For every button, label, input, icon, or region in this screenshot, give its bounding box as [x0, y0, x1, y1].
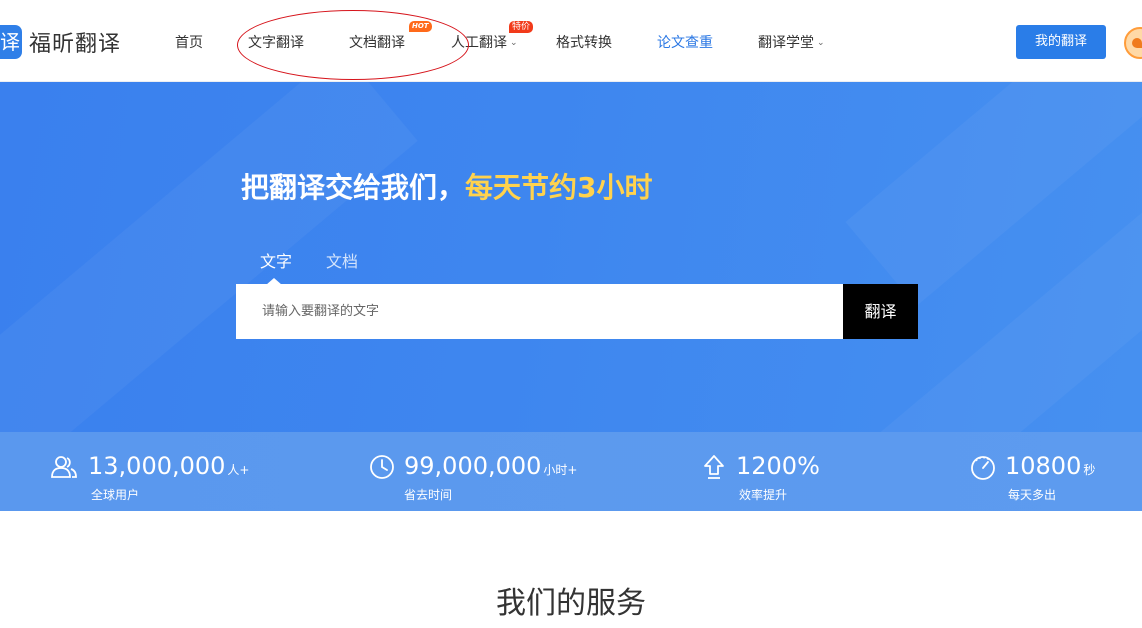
stat-users-unit: 人+ [227, 463, 250, 477]
nav-item-paper-check[interactable]: 论文查重 [657, 32, 713, 52]
slogan-highlight: 每天节约3小时 [465, 171, 653, 204]
stats-band: 13,000,000 人+ 全球用户 99,000,000 小时+ 省去时间 120… [0, 432, 1142, 511]
stat-seconds-value: 10800 秒 [1005, 452, 1095, 480]
stat-efficiency-number: 1200% [736, 452, 820, 480]
stat-users-number: 13,000,000 [88, 452, 226, 480]
tab-text[interactable]: 文字 [260, 248, 292, 272]
services-section-title: 我们的服务 [496, 586, 646, 621]
hero-banner: 把翻译交给我们，每天节约3小时 文字 文档 翻译 [0, 82, 1142, 432]
top-header: 译 福昕翻译 首页 文字翻译 文档翻译 HOT 人工翻译 ⌄ 特价 格式转换 论文… [0, 0, 1142, 82]
nav-item-text-translate[interactable]: 文字翻译 [248, 32, 304, 52]
tab-document[interactable]: 文档 [326, 248, 358, 272]
slogan-main: 把翻译交给我们， [241, 171, 466, 204]
nav-item-human-translate-label: 人工翻译 [451, 35, 507, 51]
stat-seconds-label: 每天多出 [1008, 488, 1057, 502]
stat-users-value: 13,000,000 人+ [88, 452, 249, 480]
timer-icon [971, 456, 995, 480]
stat-time-label: 省去时间 [404, 488, 453, 502]
nav-item-doc-translate[interactable]: 文档翻译 [349, 32, 405, 52]
hero-slogan: 把翻译交给我们，每天节约3小时 [241, 166, 653, 206]
nav-item-academy[interactable]: 翻译学堂 ⌄ [758, 32, 825, 52]
arrow-up-icon [704, 455, 724, 479]
stat-users-label: 全球用户 [91, 488, 140, 502]
clock-icon [370, 455, 394, 479]
stat-time-unit: 小时+ [543, 463, 578, 477]
nav-item-human-translate[interactable]: 人工翻译 ⌄ [451, 32, 518, 52]
sale-badge: 特价 [509, 21, 534, 33]
users-icon [51, 456, 77, 478]
stat-efficiency-value: 1200% [736, 452, 822, 480]
avatar[interactable] [1124, 27, 1142, 59]
nav-item-home[interactable]: 首页 [175, 32, 203, 52]
my-translation-button[interactable]: 我的翻译 [1016, 25, 1106, 59]
nav-item-academy-label: 翻译学堂 [758, 35, 814, 51]
chevron-down-icon: ⌄ [817, 38, 825, 48]
logo-mark-icon: 译 [0, 25, 22, 59]
stat-seconds-unit: 秒 [1083, 463, 1096, 477]
stat-time-value: 99,000,000 小时+ [404, 452, 577, 480]
brand-name: 福昕翻译 [29, 32, 122, 57]
chevron-down-icon: ⌄ [510, 38, 518, 48]
translate-input-box [236, 284, 843, 339]
translate-text-input[interactable] [236, 284, 843, 339]
stat-efficiency-label: 效率提升 [739, 488, 788, 502]
translate-button[interactable]: 翻译 [843, 284, 918, 339]
brand-logo[interactable]: 译 福昕翻译 [0, 24, 121, 60]
hot-badge: HOT [409, 21, 432, 32]
stat-seconds-number: 10800 [1005, 452, 1082, 480]
nav-item-format-convert[interactable]: 格式转换 [556, 32, 612, 52]
stat-time-number: 99,000,000 [404, 452, 542, 480]
